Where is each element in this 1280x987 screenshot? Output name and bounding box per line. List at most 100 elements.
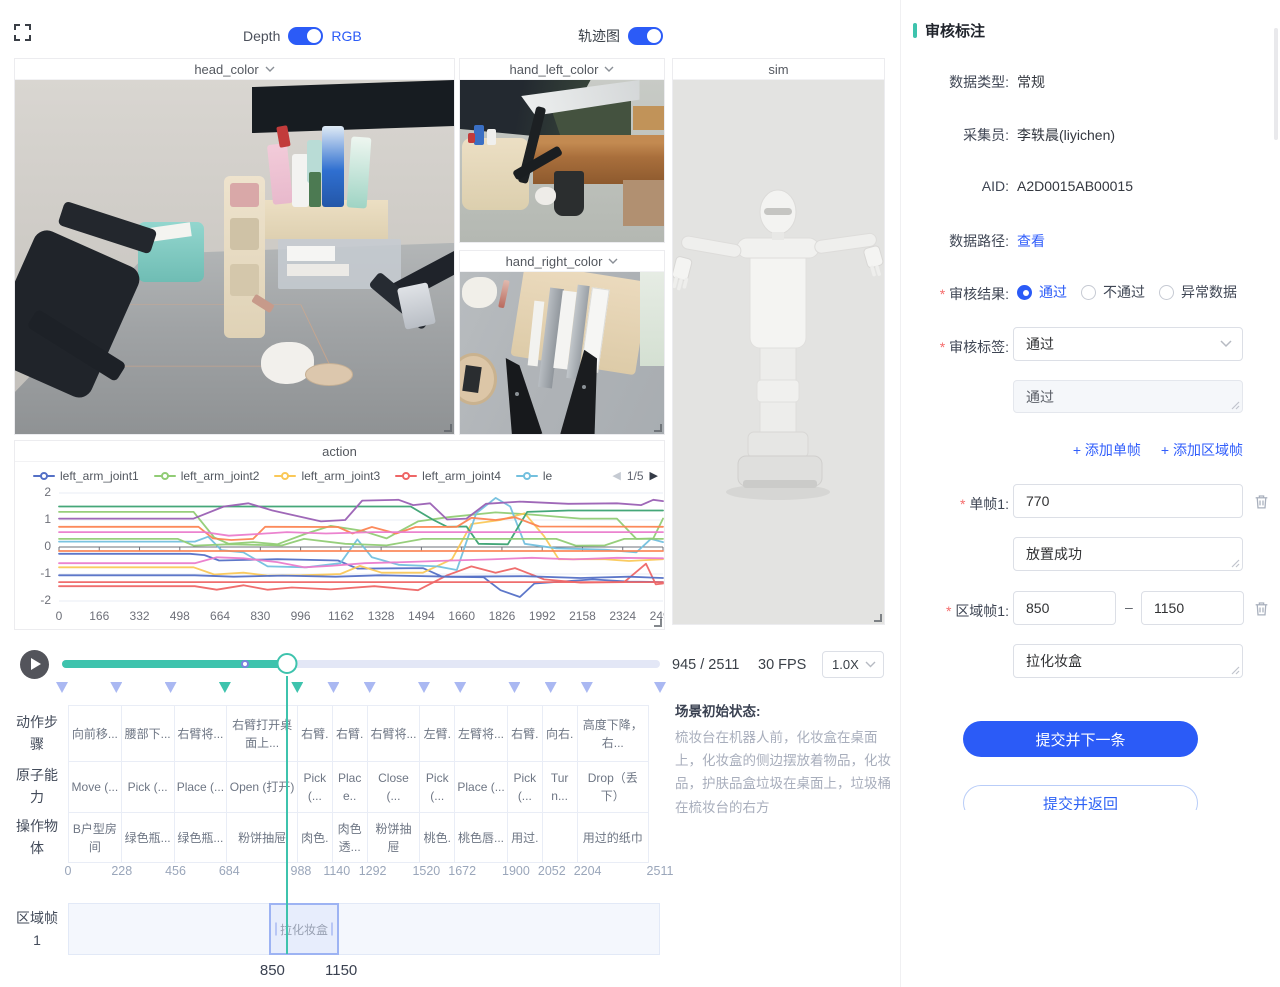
segment-marker[interactable] (165, 682, 177, 693)
single-frame-marker-dot[interactable] (241, 660, 249, 668)
trajectory-label: 轨迹图 (578, 26, 620, 46)
timeline-cell[interactable]: 右臂将... (367, 705, 421, 762)
sim-viewport[interactable] (673, 80, 884, 624)
segment-marker[interactable] (418, 682, 430, 693)
timeline-cell[interactable]: 腰部下... (121, 705, 175, 762)
timeline-cell[interactable]: 桃色唇... (454, 812, 508, 863)
region-handle-left[interactable] (275, 923, 277, 936)
timeline-cell[interactable]: 桃色. (419, 812, 455, 863)
region-frame-note-textarea[interactable]: 拉化妆盒 (1013, 644, 1243, 678)
timeline-cell[interactable]: 左臂. (419, 705, 455, 762)
timeline-cell[interactable]: 绿色瓶... (174, 812, 228, 863)
play-button[interactable] (20, 650, 49, 679)
resize-handle-icon[interactable] (442, 422, 452, 432)
timeline-cell[interactable]: B户型房间 (68, 812, 122, 863)
progress-handle[interactable] (277, 653, 298, 674)
camera-title-hand-left[interactable]: hand_left_color (460, 59, 664, 80)
region-frame-track[interactable]: 拉化妆盒 (68, 903, 660, 955)
depth-rgb-toggle[interactable] (288, 27, 323, 45)
camera-title-head[interactable]: head_color (15, 59, 454, 80)
data-path-view-link[interactable]: 查看 (1017, 231, 1045, 251)
textarea-resize-icon[interactable] (1231, 401, 1240, 410)
timeline-cell[interactable]: 绿色瓶... (121, 812, 175, 863)
region-handle-right[interactable] (331, 923, 333, 936)
segment-marker[interactable] (654, 682, 666, 693)
segment-marker[interactable] (454, 682, 466, 693)
timeline-cell[interactable]: Place (... (174, 761, 228, 813)
playback-speed-select[interactable]: 1.0X (822, 651, 884, 678)
timeline-cell[interactable]: Move (... (68, 761, 122, 813)
timeline-cell[interactable]: 肉色透... (332, 812, 368, 863)
timeline-cell[interactable]: 右臂将... (174, 705, 228, 762)
submit-next-button[interactable]: 提交并下一条 (963, 721, 1198, 757)
progress-slider[interactable] (62, 660, 660, 668)
fullscreen-icon[interactable] (14, 24, 31, 41)
timeline-cell[interactable]: Turn... (542, 761, 578, 813)
resize-handle-icon[interactable] (652, 422, 662, 432)
textarea-resize-icon[interactable] (1231, 559, 1240, 568)
segment-marker[interactable] (56, 682, 68, 693)
delete-region-frame-icon[interactable] (1253, 600, 1270, 617)
timeline-cell[interactable]: Pick (... (121, 761, 175, 813)
sim-panel: sim (672, 58, 885, 625)
review-tag-select[interactable]: 通过 (1013, 327, 1243, 361)
legend-item[interactable]: left_arm_joint3 (274, 469, 380, 483)
timeline-cell[interactable]: 向右. (542, 705, 578, 762)
add-region-frame-button[interactable]: + 添加区域帧 (1161, 440, 1243, 460)
delete-single-frame-icon[interactable] (1253, 493, 1270, 510)
region-frame-segment[interactable]: 拉化妆盒 (269, 903, 340, 955)
timeline-cell[interactable]: 用过. (507, 812, 543, 863)
segment-marker[interactable] (364, 682, 376, 693)
timeline-cell[interactable]: 肉色. (297, 812, 333, 863)
single-frame-note-textarea[interactable]: 放置成功 (1013, 537, 1243, 571)
panel-scrollbar[interactable] (1274, 28, 1278, 140)
action-line-chart[interactable] (15, 489, 665, 607)
region-start-input[interactable] (1013, 591, 1116, 625)
textarea-resize-icon[interactable] (1231, 666, 1240, 675)
segment-marker[interactable] (581, 682, 593, 693)
segment-marker[interactable] (110, 682, 122, 693)
timeline-cell[interactable]: 右臂. (507, 705, 543, 762)
legend-next-icon[interactable]: ▶ (650, 469, 658, 482)
chart-x-tick: 830 (250, 609, 270, 623)
region-end-input[interactable] (1141, 591, 1244, 625)
add-single-frame-button[interactable]: + 添加单帧 (1073, 440, 1141, 460)
timeline-cell[interactable]: 右臂. (297, 705, 333, 762)
submit-back-button[interactable]: 提交并返回 (963, 785, 1198, 810)
review-tag-note-textarea[interactable]: 通过 (1013, 380, 1243, 413)
radio-pass[interactable]: 通过 (1017, 282, 1067, 302)
timeline-cell[interactable]: 向前移... (68, 705, 122, 762)
timeline-cell[interactable]: Pick (... (507, 761, 543, 813)
timeline-cell[interactable]: Drop（丢下） (577, 761, 649, 813)
timeline-cell[interactable]: 用过的纸巾 (577, 812, 649, 863)
timeline-cell[interactable]: 左臂将... (454, 705, 508, 762)
timeline-cell[interactable]: Pick (... (297, 761, 333, 813)
timeline-axis-tick: 0 (65, 864, 72, 878)
legend-item[interactable]: le (516, 469, 552, 483)
timeline-cell[interactable]: Pick (... (419, 761, 455, 813)
segment-marker[interactable] (545, 682, 557, 693)
legend-prev-icon[interactable]: ◀ (612, 469, 620, 482)
radio-fail[interactable]: 不通过 (1081, 282, 1145, 302)
timeline-cell[interactable]: 高度下降，右... (577, 705, 649, 762)
legend-item[interactable]: left_arm_joint2 (154, 469, 260, 483)
radio-abnormal[interactable]: 异常数据 (1159, 282, 1237, 302)
timeline-cell[interactable] (542, 812, 578, 863)
segment-marker[interactable] (327, 682, 339, 693)
timeline-cell[interactable]: 粉饼抽屉 (367, 812, 421, 863)
legend-item[interactable]: left_arm_joint4 (395, 469, 501, 483)
timeline-cell[interactable]: 右臂. (332, 705, 368, 762)
trajectory-toggle[interactable] (628, 27, 663, 45)
segment-marker[interactable] (291, 682, 303, 693)
resize-handle-icon[interactable] (652, 617, 662, 627)
legend-item[interactable]: left_arm_joint1 (33, 469, 139, 483)
segment-marker[interactable] (219, 682, 231, 693)
camera-title-hand-right[interactable]: hand_right_color (460, 251, 664, 272)
timeline-cell[interactable]: Close (... (367, 761, 421, 813)
timeline-cell[interactable]: Place.. (332, 761, 368, 813)
playhead-line[interactable] (286, 676, 288, 954)
resize-handle-icon[interactable] (872, 612, 882, 622)
timeline-cell[interactable]: Place (... (454, 761, 508, 813)
segment-marker[interactable] (508, 682, 520, 693)
single-frame-input[interactable] (1013, 484, 1243, 518)
